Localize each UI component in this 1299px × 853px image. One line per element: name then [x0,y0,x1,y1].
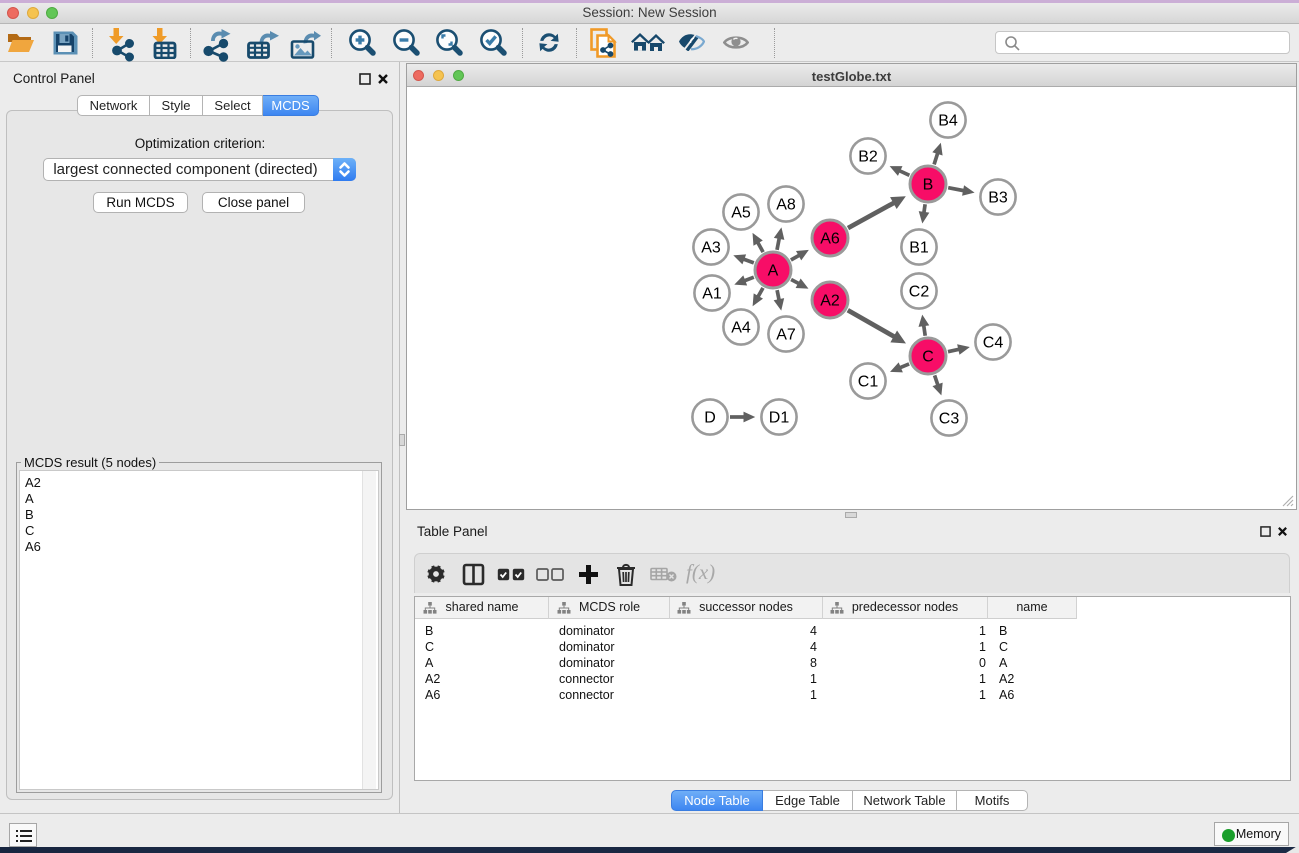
svg-text:C3: C3 [939,411,960,428]
svg-text:A5: A5 [731,205,751,222]
svg-text:D: D [704,410,716,427]
svg-text:C1: C1 [858,374,879,391]
svg-text:A: A [768,263,779,280]
svg-text:A1: A1 [702,286,722,303]
svg-text:B2: B2 [858,149,878,166]
svg-text:B3: B3 [988,190,1008,207]
svg-text:D1: D1 [769,410,790,427]
svg-text:C: C [922,349,934,366]
svg-text:A3: A3 [701,240,721,257]
svg-text:B4: B4 [938,113,958,130]
svg-text:A4: A4 [731,320,751,337]
svg-text:B: B [923,177,934,194]
svg-text:A8: A8 [776,197,796,214]
svg-text:A6: A6 [820,231,840,248]
svg-text:C4: C4 [983,335,1004,352]
svg-text:B1: B1 [909,240,929,257]
svg-text:A7: A7 [776,327,796,344]
svg-text:A2: A2 [820,293,840,310]
svg-text:C2: C2 [909,284,930,301]
